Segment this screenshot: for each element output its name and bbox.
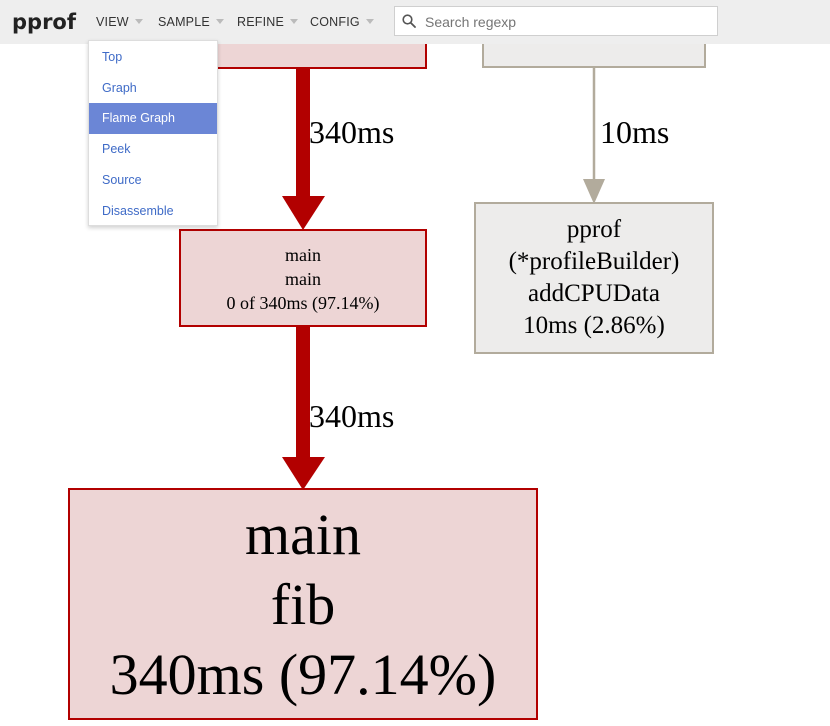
- app-logo[interactable]: pprof: [12, 10, 76, 34]
- search-icon: [402, 14, 416, 28]
- menu-item-peek[interactable]: Peek: [89, 134, 217, 165]
- node-function: fib: [270, 572, 336, 637]
- node-main-fib[interactable]: main fib 340ms (97.14%): [68, 488, 538, 720]
- edge-arrowhead: [583, 179, 605, 204]
- chevron-down-icon: [134, 19, 143, 24]
- menu-item-source[interactable]: Source: [89, 165, 217, 196]
- edge-shaft: [296, 68, 310, 198]
- menu-item-flame-graph[interactable]: Flame Graph: [89, 103, 217, 134]
- node-stats: 340ms (97.14%): [109, 642, 497, 707]
- node-stats: 10ms (2.86%): [523, 312, 665, 339]
- edge-arrowhead: [282, 196, 325, 230]
- menu-view-label: VIEW: [96, 15, 129, 29]
- node-stats: 0 of 340ms (97.14%): [226, 293, 380, 313]
- edge-label-top-pprof: 10ms: [600, 114, 670, 150]
- chevron-down-icon: [215, 19, 224, 24]
- search-input[interactable]: [423, 7, 717, 37]
- node-function: main: [285, 269, 321, 289]
- search-box: [394, 6, 718, 37]
- menu-sample[interactable]: SAMPLE: [158, 15, 224, 29]
- menu-item-graph[interactable]: Graph: [89, 73, 217, 104]
- menu-refine-label: REFINE: [237, 15, 285, 29]
- menu-config[interactable]: CONFIG: [310, 15, 374, 29]
- top-toolbar: pprof VIEW SAMPLE REFINE CONFIG: [0, 0, 830, 44]
- node-add-cpu-data[interactable]: pprof (*profileBuilder) addCPUData 10ms …: [474, 202, 714, 354]
- menu-sample-label: SAMPLE: [158, 15, 210, 29]
- chevron-down-icon: [290, 19, 299, 24]
- chevron-down-icon: [365, 19, 374, 24]
- edge-arrowhead: [282, 457, 325, 490]
- menu-item-top[interactable]: Top: [89, 42, 217, 73]
- node-package: main: [285, 245, 321, 265]
- node-main-main[interactable]: main main 0 of 340ms (97.14%): [179, 229, 427, 327]
- menu-view[interactable]: VIEW: [96, 15, 143, 29]
- edge-label-top-main: 340ms: [309, 114, 395, 150]
- node-package: main: [245, 502, 361, 567]
- menu-config-label: CONFIG: [310, 15, 360, 29]
- view-dropdown-menu: Top Graph Flame Graph Peek Source Disass…: [88, 40, 218, 226]
- menu-refine[interactable]: REFINE: [237, 15, 299, 29]
- node-receiver: (*profileBuilder): [508, 248, 680, 275]
- node-function: addCPUData: [528, 280, 660, 307]
- node-package: pprof: [566, 216, 622, 243]
- edge-label-main-fib: 340ms: [309, 398, 395, 434]
- edge-shaft: [296, 326, 310, 460]
- menu-item-disassemble[interactable]: Disassemble: [89, 196, 217, 227]
